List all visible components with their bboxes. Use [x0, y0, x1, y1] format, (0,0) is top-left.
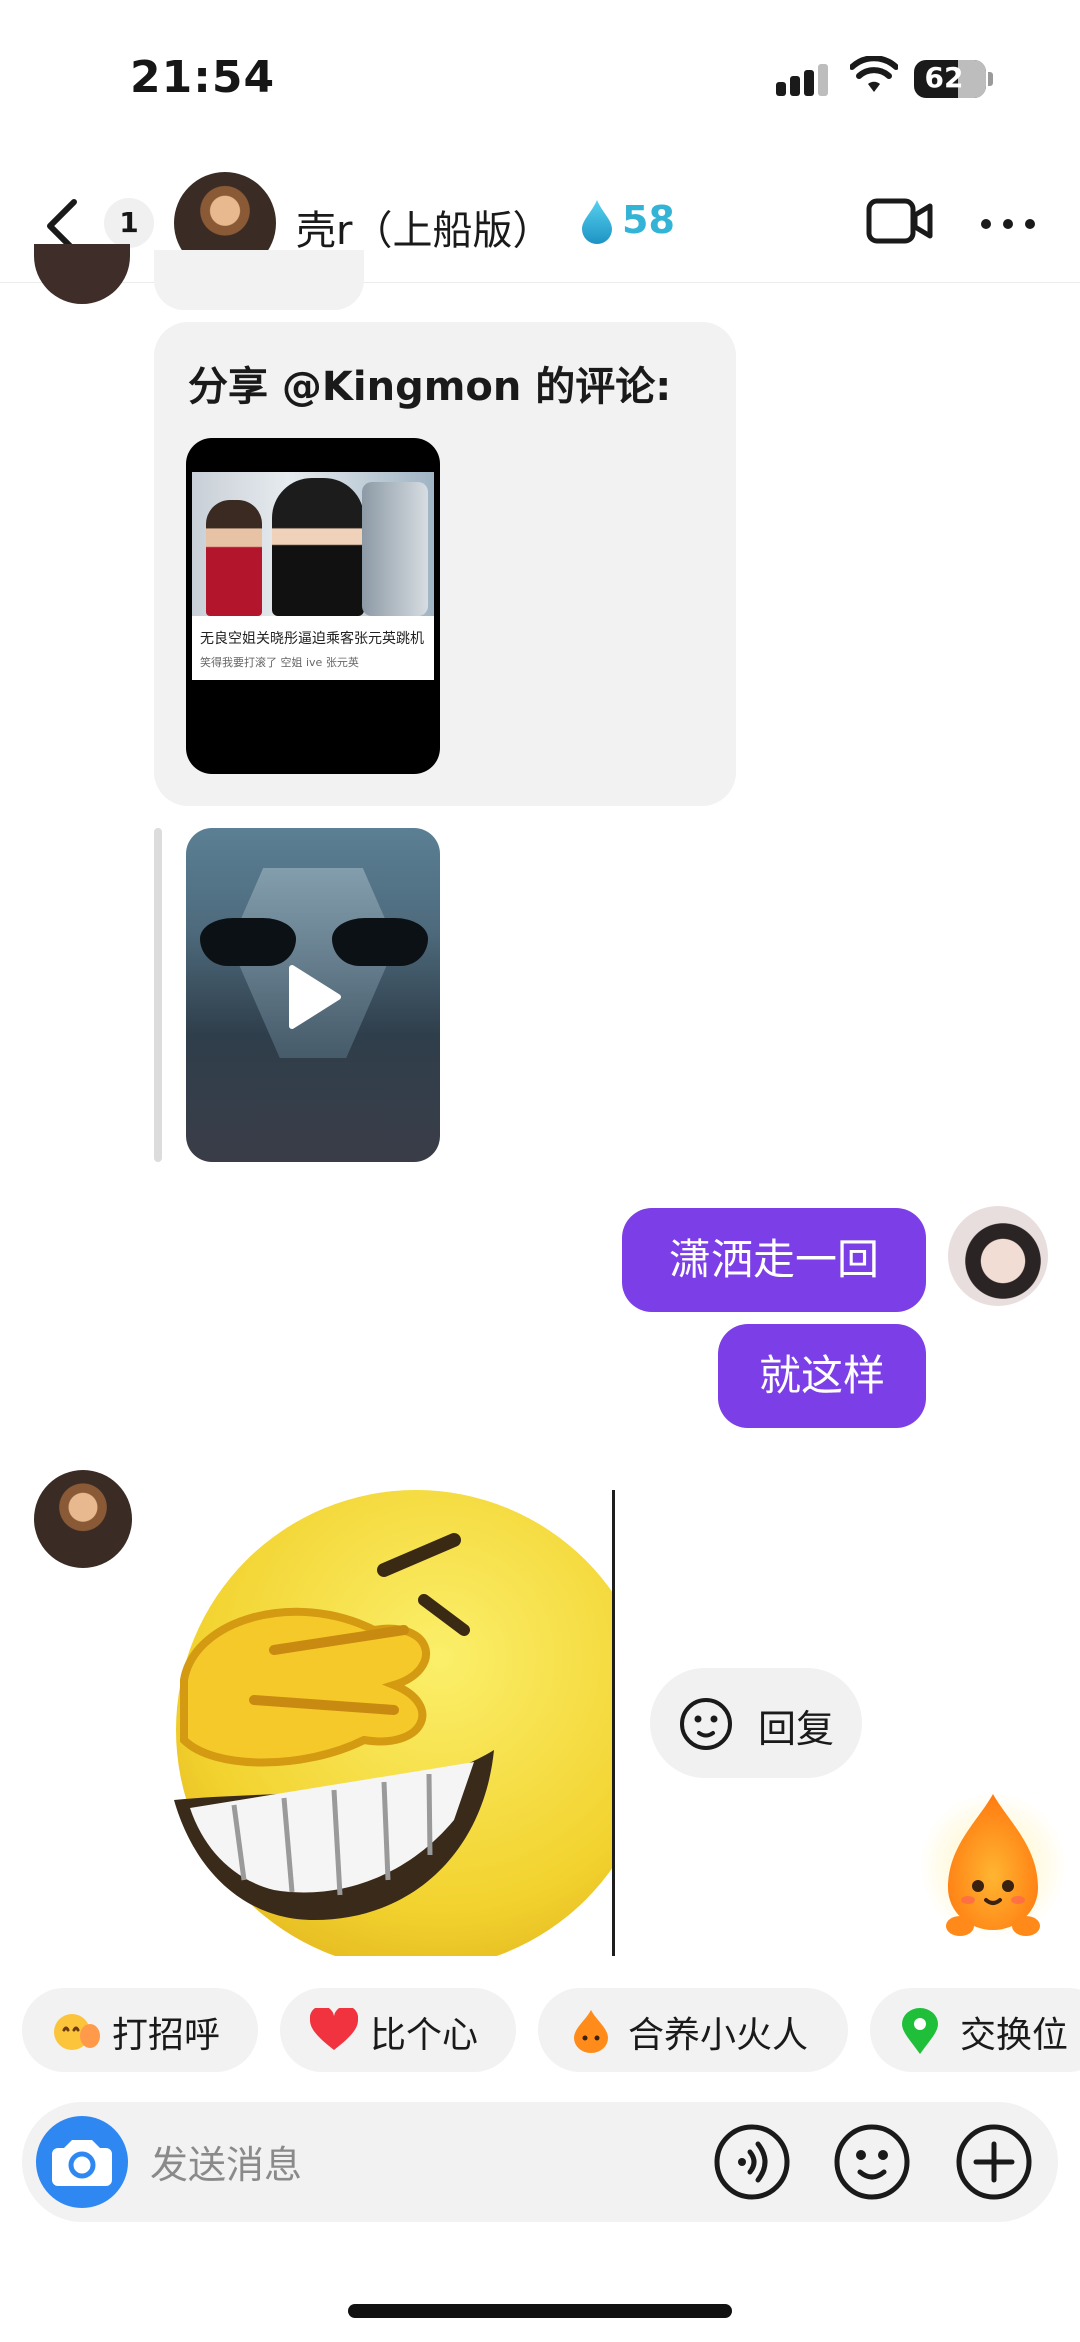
camera-icon	[52, 2140, 112, 2186]
flame-mascot-icon[interactable]	[918, 1776, 1068, 1946]
quick-action-location[interactable]: 交换位	[870, 1988, 1080, 2072]
streak-count: 58	[622, 198, 675, 242]
message-input[interactable]: 发送消息	[150, 2134, 302, 2189]
quick-action-greet[interactable]: 打招呼	[22, 1988, 258, 2072]
status-time: 21:54	[130, 52, 276, 103]
laughing-face-sticker[interactable]	[154, 1470, 614, 1956]
reply-quote-bar	[154, 828, 162, 1162]
quick-action-flame[interactable]: 合养小火人	[538, 1988, 848, 2072]
play-icon[interactable]	[284, 962, 344, 1032]
wifi-icon	[850, 56, 898, 92]
reply-button[interactable]: 回复	[650, 1668, 862, 1778]
more-options-icon[interactable]	[980, 218, 1036, 230]
quick-action-label: 合养小火人	[628, 2015, 809, 2056]
contact-name[interactable]: 壳r（上船版）	[296, 198, 552, 256]
previous-bubble	[154, 250, 364, 310]
previous-avatar	[34, 244, 130, 304]
battery-level-text: 62	[924, 61, 964, 94]
quick-action-label: 打招呼	[112, 2015, 221, 2056]
message-input-bar: 发送消息	[22, 2102, 1058, 2222]
contact-message-avatar[interactable]	[34, 1470, 132, 1568]
reply-label: 回复	[758, 1707, 835, 1751]
thumbnail-photo	[192, 472, 434, 616]
smiley-face-icon	[680, 1698, 732, 1750]
video-call-icon[interactable]	[866, 196, 934, 246]
shared-comment-card[interactable]: 分享 @Kingmon 的评论: 无良空姐关晓彤逼迫乘客张元英跳机 笑得我要打滚…	[154, 322, 736, 806]
unread-badge[interactable]: 1	[104, 198, 154, 248]
shared-card-title: 分享 @Kingmon 的评论:	[188, 364, 672, 410]
my-avatar[interactable]	[948, 1206, 1048, 1306]
voice-message-icon[interactable]	[712, 2122, 792, 2202]
my-message-bubble[interactable]: 潇洒走一回	[622, 1208, 926, 1312]
video-message-thumbnail[interactable]	[186, 828, 440, 1162]
flame-sprite-icon	[574, 2010, 608, 2053]
heart-icon	[310, 2008, 358, 2050]
quick-action-label: 比个心	[370, 2015, 479, 2056]
quick-action-label: 交换位	[960, 2015, 1069, 2056]
thumbnail-caption: 无良空姐关晓彤逼迫乘客张元英跳机	[200, 631, 424, 647]
wave-hand-emoji-icon	[54, 2014, 100, 2050]
cellular-signal-icon	[776, 64, 828, 96]
quick-action-heart[interactable]: 比个心	[280, 1988, 516, 2072]
location-pin-icon	[902, 2008, 938, 2054]
shared-video-thumbnail[interactable]: 无良空姐关晓彤逼迫乘客张元英跳机 笑得我要打滚了 空姐 ive 张元英	[186, 438, 440, 774]
thumbnail-subcaption: 笑得我要打滚了 空姐 ive 张元英	[200, 656, 359, 669]
sticker-divider	[612, 1490, 615, 1956]
plus-icon[interactable]	[954, 2122, 1034, 2202]
water-drop-icon	[582, 200, 612, 244]
my-message-bubble[interactable]: 就这样	[718, 1324, 926, 1428]
home-indicator[interactable]	[348, 2304, 732, 2318]
emoji-icon[interactable]	[832, 2122, 912, 2202]
camera-button[interactable]	[36, 2116, 128, 2208]
battery-indicator: 62	[914, 60, 986, 98]
